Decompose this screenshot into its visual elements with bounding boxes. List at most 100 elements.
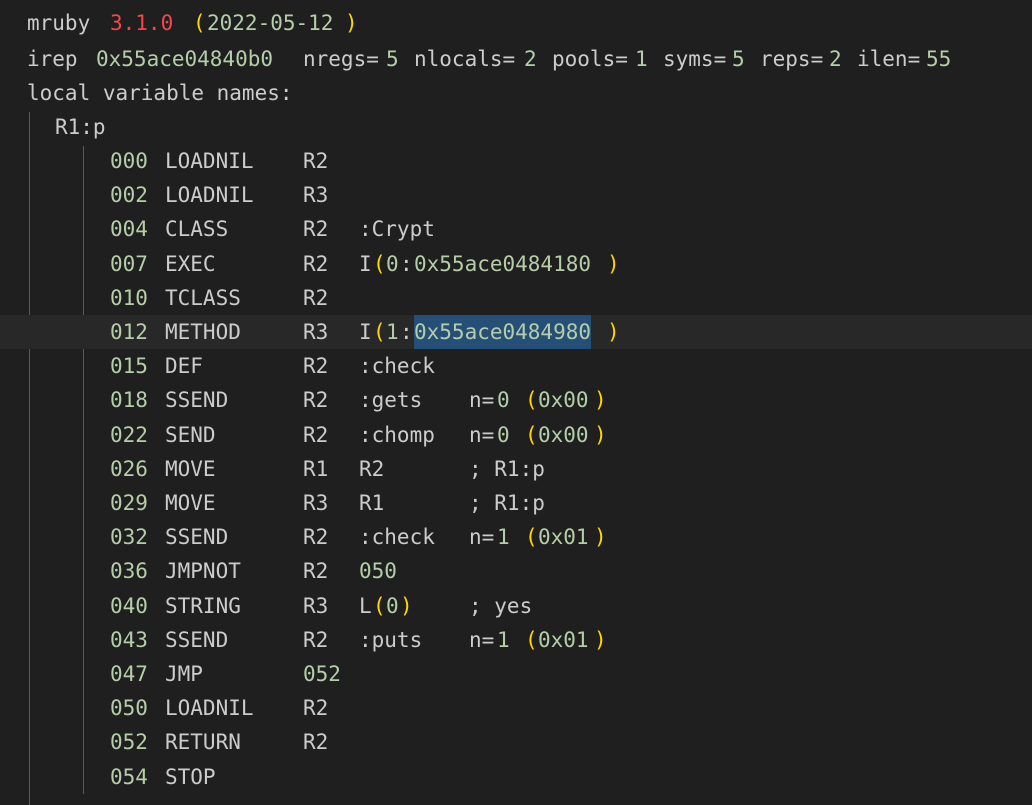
- argc-value: 1: [497, 525, 510, 549]
- instruction-row: 002 LOADNIL R3: [0, 178, 1032, 212]
- instruction-opcode: SSEND: [165, 388, 229, 412]
- literal-open-paren: (: [373, 594, 386, 618]
- argc-close-paren: ): [594, 388, 607, 412]
- instruction-register: R3: [303, 594, 329, 618]
- instruction-row: 050 LOADNIL R2: [0, 691, 1032, 725]
- instruction-address: 032: [110, 525, 148, 549]
- instruction-address: 022: [110, 423, 148, 447]
- literal-close-paren: ): [400, 594, 413, 618]
- instruction-operand: :gets: [359, 388, 423, 412]
- open-paren: (: [193, 11, 206, 35]
- instruction-opcode: LOADNIL: [165, 149, 254, 173]
- runtime-version: 3.1.0: [110, 11, 174, 35]
- argc-open-paren: (: [525, 525, 538, 549]
- irep-colon: :: [400, 252, 413, 276]
- instruction-row: 015 DEF R2:check: [0, 349, 1032, 383]
- instruction-operand: :Crypt: [359, 217, 435, 241]
- instruction-comment: ; yes: [469, 594, 533, 618]
- instruction-row: 036 JMPNOT R2 050: [0, 554, 1032, 588]
- argc-close-paren: ): [594, 628, 607, 652]
- nlocals-value: 2: [524, 47, 537, 71]
- header-line-irep: irep 0x55ace04840b0 nregs= 5 nlocals= 2 …: [0, 42, 1032, 76]
- irep-address: 0x55ace0484980: [414, 315, 592, 349]
- irep-index: 1: [386, 320, 399, 344]
- instruction-register: R3: [303, 491, 329, 515]
- instruction-row: 029 MOVE R3 R1 ; R1:p: [0, 486, 1032, 520]
- instruction-row: 018 SSEND R2:gets n= 0 (0x00): [0, 383, 1032, 417]
- instruction-register: R2: [303, 388, 329, 412]
- instruction-row: 022 SEND R2:chomp n= 0 (0x00): [0, 418, 1032, 452]
- header-line-locals: local variable names:: [0, 76, 1032, 110]
- instruction-operand: :puts: [359, 628, 423, 652]
- literal-index: 0: [386, 594, 399, 618]
- nregs-label: nregs=: [303, 47, 379, 71]
- instruction-operand: :chomp: [359, 423, 435, 447]
- irep-close-paren: ): [607, 320, 620, 344]
- instruction-row: 007 EXEC R2 I(0:0x55ace0484180): [0, 247, 1032, 281]
- instruction-address: 054: [110, 765, 148, 789]
- instruction-operand: :check: [359, 525, 435, 549]
- instruction-operand: :check: [359, 354, 435, 378]
- instruction-register: R3: [303, 320, 329, 344]
- code-editor[interactable]: mruby 3.1.0 ( 2022-05-12 ) irep 0x55ace0…: [0, 0, 1032, 805]
- instruction-address: 043: [110, 628, 148, 652]
- instruction-opcode: METHOD: [165, 320, 241, 344]
- instruction-register: R2: [303, 730, 329, 754]
- argc-label: n=: [469, 423, 495, 447]
- instruction-address: 047: [110, 662, 148, 686]
- irep-prefix: I: [359, 320, 372, 344]
- instruction-register: R3: [303, 183, 329, 207]
- argc-value: 1: [497, 628, 510, 652]
- close-paren: ): [345, 11, 358, 35]
- instruction-opcode: SEND: [165, 423, 216, 447]
- instruction-row: 040 STRING R3 L(0) ; yes: [0, 589, 1032, 623]
- instruction-register: R2: [303, 696, 329, 720]
- instruction-register: R1: [303, 457, 329, 481]
- instruction-opcode: LOADNIL: [165, 696, 254, 720]
- irep-open-paren: (: [373, 320, 386, 344]
- literal-prefix: L: [359, 594, 372, 618]
- instruction-row: 047 JMP 052: [0, 657, 1032, 691]
- instruction-opcode: DEF: [165, 354, 203, 378]
- instruction-row: 052 RETURN R2: [0, 725, 1032, 759]
- local-var-entry: R1:p: [0, 110, 1032, 144]
- irep-address: 0x55ace04840b0: [96, 47, 274, 71]
- instruction-comment: ; R1:p: [469, 457, 545, 481]
- argc-open-paren: (: [525, 423, 538, 447]
- irep-address: 0x55ace0484180: [414, 252, 592, 276]
- irep-prefix: I: [359, 252, 372, 276]
- instruction-register: R2: [303, 149, 329, 173]
- instruction-row: 054 STOP: [0, 760, 1032, 794]
- nregs-value: 5: [386, 47, 399, 71]
- argc-hex: 0x01: [538, 525, 589, 549]
- instruction-opcode: RETURN: [165, 730, 241, 754]
- instruction-address: 050: [110, 696, 148, 720]
- instruction-row: 012 METHOD R3 I(1:0x55ace0484980): [0, 315, 1032, 349]
- instruction-row: 043 SSEND R2:puts n= 1 (0x01): [0, 623, 1032, 657]
- argc-hex: 0x00: [538, 423, 589, 447]
- irep-label: irep: [27, 47, 78, 71]
- release-date: 2022-05-12: [207, 11, 334, 35]
- instruction-opcode: STRING: [165, 594, 241, 618]
- instruction-opcode: LOADNIL: [165, 183, 254, 207]
- instruction-address: 012: [110, 320, 148, 344]
- instruction-comment: ; R1:p: [469, 491, 545, 515]
- argc-hex: 0x01: [538, 628, 589, 652]
- instruction-opcode: TCLASS: [165, 286, 241, 310]
- irep-close-paren: ): [607, 252, 620, 276]
- irep-colon: :: [400, 320, 413, 344]
- instruction-opcode: JMP: [165, 662, 203, 686]
- instruction-address: 040: [110, 594, 148, 618]
- nlocals-label: nlocals=: [414, 47, 516, 71]
- instruction-address: 029: [110, 491, 148, 515]
- instruction-address: 004: [110, 217, 148, 241]
- instruction-opcode: CLASS: [165, 217, 229, 241]
- pools-value: 1: [635, 47, 648, 71]
- ilen-label: ilen=: [857, 47, 921, 71]
- instruction-register: R2: [303, 423, 329, 447]
- instruction-operand: R1: [359, 491, 385, 515]
- pools-label: pools=: [552, 47, 628, 71]
- reps-value: 2: [829, 47, 842, 71]
- instruction-register: R2: [303, 559, 329, 583]
- instruction-register: R2: [303, 217, 329, 241]
